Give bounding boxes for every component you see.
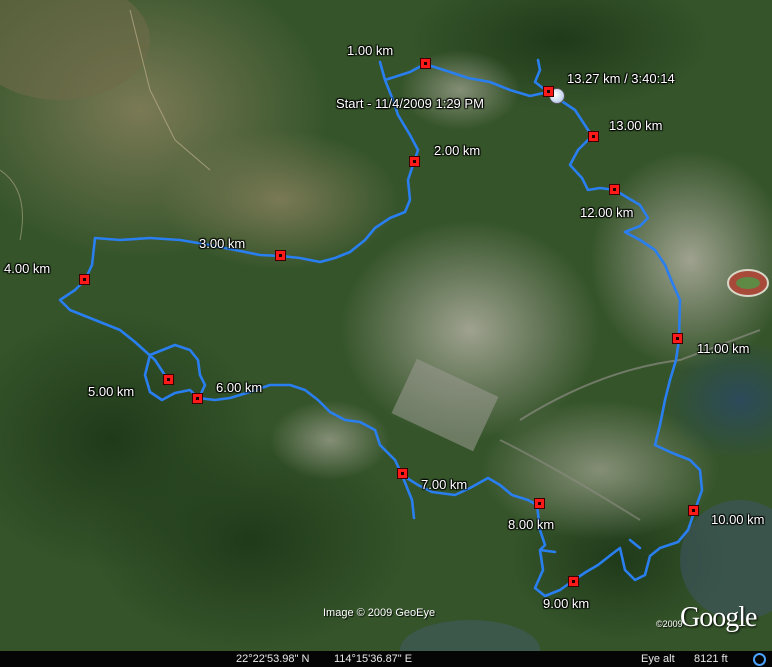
- marker-2km[interactable]: [409, 156, 420, 167]
- label-8km: 8.00 km: [508, 517, 555, 532]
- marker-13km[interactable]: [588, 131, 599, 142]
- label-9km: 9.00 km: [543, 596, 590, 611]
- marker-4km[interactable]: [79, 274, 90, 285]
- label-7km: 7.00 km: [421, 477, 468, 492]
- longitude-readout: 114°15'36.87" E: [334, 653, 413, 665]
- label-end: 13.27 km / 3:40:14: [567, 71, 675, 86]
- marker-7km[interactable]: [397, 468, 408, 479]
- latitude-readout: 22°22'53.98" N: [236, 653, 310, 665]
- marker-10km[interactable]: [688, 505, 699, 516]
- google-logo: Google: [680, 602, 757, 633]
- label-11km: 11.00 km: [697, 341, 750, 356]
- label-1km: 1.00 km: [347, 43, 394, 58]
- imagery-credit: Image © 2009 GeoEye: [323, 607, 436, 619]
- label-10km: 10.00 km: [711, 512, 765, 527]
- label-3km: 3.00 km: [199, 236, 246, 251]
- marker-end[interactable]: [543, 86, 554, 97]
- label-4km: 4.00 km: [4, 261, 51, 276]
- marker-11km[interactable]: [672, 333, 683, 344]
- label-2km: 2.00 km: [434, 143, 481, 158]
- marker-12km[interactable]: [609, 184, 620, 195]
- marker-9km[interactable]: [568, 576, 579, 587]
- marker-5km[interactable]: [163, 374, 174, 385]
- label-6km: 6.00 km: [216, 380, 263, 395]
- status-bar: 22°22'53.98" N 114°15'36.87" E Eye alt 8…: [0, 651, 772, 667]
- label-start: Start - 11/4/2009 1:29 PM: [336, 96, 484, 111]
- label-13km: 13.00 km: [609, 118, 663, 133]
- marker-3km[interactable]: [275, 250, 286, 261]
- marker-6km[interactable]: [192, 393, 203, 404]
- logo-copyright: ©2009: [656, 619, 683, 629]
- eye-alt-label: Eye alt: [641, 653, 675, 665]
- marker-1km[interactable]: [420, 58, 431, 69]
- label-5km: 5.00 km: [88, 384, 135, 399]
- streaming-indicator-icon: [753, 653, 766, 666]
- map-view[interactable]: 1.00 km 2.00 km 3.00 km 4.00 km 5.00 km …: [0, 0, 772, 667]
- label-12km: 12.00 km: [580, 205, 634, 220]
- eye-alt-value: 8121 ft: [694, 653, 728, 665]
- marker-8km[interactable]: [534, 498, 545, 509]
